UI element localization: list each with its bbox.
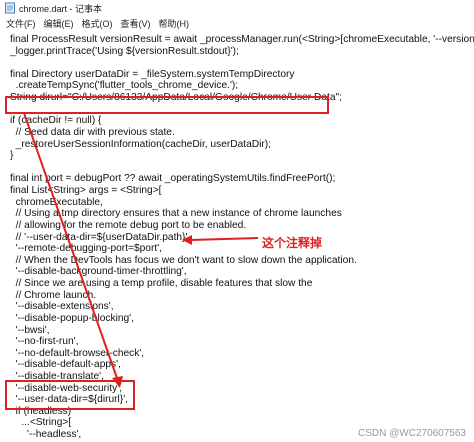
annotation-label: 这个注释掉 [262, 236, 323, 250]
annotation-arrows [23, 112, 259, 388]
arrow-dirurl-to-usage [23, 112, 119, 382]
arrow-to-comment-line [189, 237, 259, 241]
watermark: CSDN @WC270607563 [358, 428, 466, 439]
arrow-head-comment [182, 235, 192, 245]
arrow-head-usage [112, 376, 123, 388]
